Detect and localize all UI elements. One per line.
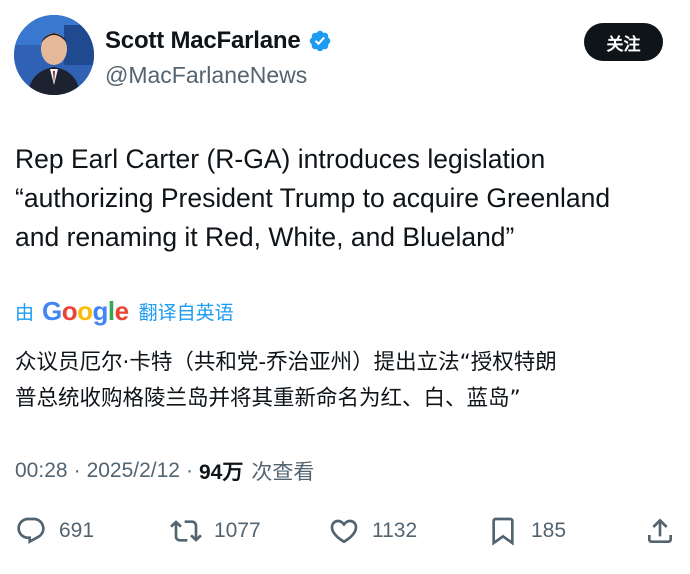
view-count[interactable]: 94万 [199,456,243,486]
author-name[interactable]: Scott MacFarlane [105,27,301,55]
author-handle[interactable]: @MacFarlaneNews [105,62,307,89]
translation-prefix: 由 [15,302,35,324]
bookmark-button[interactable]: 185 [487,508,566,554]
repost-button[interactable]: 1077 [170,508,261,554]
meta-separator: · [186,459,193,482]
bookmark-count: 185 [531,519,567,542]
share-icon [648,518,672,543]
author-name-row[interactable]: Scott MacFarlane [105,27,332,55]
action-bar: 691 1077 1132 185 [0,508,690,554]
verified-badge-icon [308,29,332,53]
tweet-meta: 00:28 · 2025/2/12 · 94万 次查看 [15,456,314,486]
like-button[interactable]: 1132 [328,508,417,554]
repost-icon [170,520,202,542]
translated-text: 众议员厄尔·卡特（共和党-乔治亚州）提出立法“授权特朗 普总统收购格陵兰岛并将其… [15,350,557,411]
translation-attribution[interactable]: 由 Google 翻译自英语 [15,296,234,327]
follow-button[interactable]: 关注 [584,23,663,61]
avatar[interactable] [14,15,94,95]
google-logo: Google [42,296,129,326]
tweet-time[interactable]: 00:28 [15,459,68,483]
reply-icon [17,517,45,544]
share-button[interactable] [644,508,676,554]
avatar-image [14,15,94,95]
like-icon [330,519,358,544]
reply-button[interactable]: 691 [15,508,94,554]
tweet-date[interactable]: 2025/2/12 [87,459,180,483]
view-count-label: 次查看 [251,460,315,484]
tweet-text: Rep Earl Carter (R-GA) introduces legisl… [15,144,611,252]
bookmark-icon [492,517,514,546]
like-count: 1132 [372,519,418,542]
translation-suffix: 翻译自英语 [138,302,234,324]
meta-separator: · [73,459,81,482]
repost-count: 1077 [214,519,261,542]
reply-count: 691 [59,519,95,542]
